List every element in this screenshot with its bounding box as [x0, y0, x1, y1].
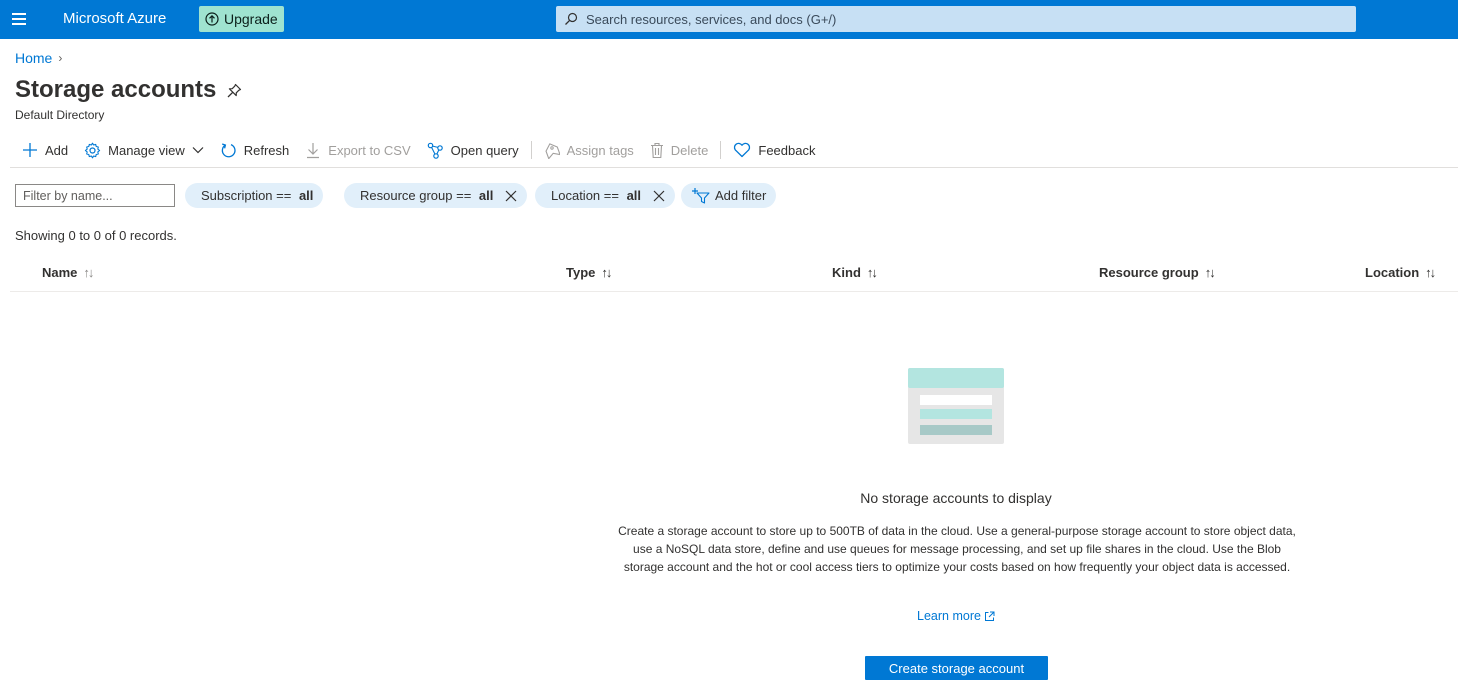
- manage-view-button[interactable]: Manage view: [76, 137, 212, 163]
- learn-more-label: Learn more: [917, 609, 981, 623]
- column-type-label: Type: [566, 265, 596, 280]
- table-header-divider: [10, 291, 1458, 292]
- column-header-resource-group[interactable]: Resource group ↑↓: [1099, 265, 1216, 280]
- arrow-up-circle-icon: [205, 12, 219, 26]
- plus-icon: [23, 143, 37, 157]
- gear-icon: [84, 142, 101, 158]
- hamburger-icon[interactable]: [8, 8, 30, 30]
- breadcrumb: Home ›: [15, 50, 62, 66]
- query-icon: [427, 142, 443, 159]
- add-label: Add: [45, 142, 69, 158]
- manage-view-label: Manage view: [108, 142, 185, 158]
- refresh-icon: [221, 142, 236, 157]
- add-filter-button[interactable]: Add filter: [681, 183, 777, 208]
- external-link-icon: [984, 611, 995, 621]
- download-icon: [307, 142, 320, 158]
- resource-group-filter-value: all: [478, 188, 494, 203]
- delete-label: Delete: [670, 142, 709, 158]
- refresh-label: Refresh: [243, 142, 290, 158]
- column-name-label: Name: [42, 265, 78, 280]
- trash-icon: [650, 142, 663, 158]
- location-filter-value: all: [626, 188, 642, 203]
- add-filter-icon: [692, 188, 710, 204]
- empty-state-title: No storage accounts to display: [860, 490, 1052, 506]
- chevron-right-icon: ›: [58, 51, 63, 65]
- export-csv-button[interactable]: Export to CSV: [297, 137, 418, 163]
- add-filter-label: Add filter: [715, 188, 767, 203]
- sort-icon: ↑↓: [1425, 265, 1436, 280]
- learn-more-link[interactable]: Learn more: [656, 609, 1256, 623]
- toolbar-divider: [530, 141, 532, 159]
- column-header-kind[interactable]: Kind ↑↓: [832, 265, 878, 280]
- subscription-filter-value: all: [298, 188, 314, 203]
- subscription-filter-prefix: Subscription ==: [201, 188, 295, 203]
- toolbar-divider: [720, 141, 722, 159]
- search-icon: [565, 12, 578, 25]
- chevron-down-icon: [192, 147, 204, 154]
- top-bar: Microsoft Azure Upgrade: [0, 0, 1458, 39]
- filter-by-name-input[interactable]: [15, 184, 175, 207]
- column-kind-label: Kind: [832, 265, 861, 280]
- sort-icon: ↑↓: [1204, 265, 1216, 280]
- column-header-location[interactable]: Location ↑↓: [1365, 265, 1436, 280]
- resource-group-filter-prefix: Resource group ==: [360, 188, 475, 203]
- assign-tags-button[interactable]: Assign tags: [536, 137, 642, 163]
- location-filter-pill[interactable]: Location == all: [535, 183, 676, 208]
- heart-icon: [734, 142, 751, 158]
- column-header-type[interactable]: Type ↑↓: [566, 265, 612, 280]
- feedback-button[interactable]: Feedback: [725, 137, 823, 163]
- page-subtitle: Default Directory: [15, 108, 105, 122]
- refresh-button[interactable]: Refresh: [212, 137, 298, 163]
- upgrade-button[interactable]: Upgrade: [199, 6, 284, 32]
- open-query-button[interactable]: Open query: [419, 137, 527, 163]
- subscription-filter-pill[interactable]: Subscription == all: [185, 183, 324, 208]
- search-input[interactable]: [586, 11, 1326, 27]
- open-query-label: Open query: [450, 142, 519, 158]
- storage-account-illustration: [908, 368, 1004, 444]
- export-csv-label: Export to CSV: [328, 142, 411, 158]
- create-storage-account-button[interactable]: Create storage account: [865, 656, 1048, 680]
- pin-icon[interactable]: [225, 82, 243, 100]
- page-title: Storage accounts: [15, 76, 217, 103]
- close-icon[interactable]: [653, 190, 665, 202]
- feedback-label: Feedback: [758, 142, 816, 158]
- upgrade-label: Upgrade: [224, 11, 278, 27]
- add-button[interactable]: Add: [14, 137, 76, 163]
- delete-button[interactable]: Delete: [642, 137, 717, 163]
- resource-group-filter-pill[interactable]: Resource group == all: [344, 183, 528, 208]
- global-search[interactable]: [556, 6, 1356, 32]
- sort-icon: ↑↓: [83, 265, 94, 280]
- sort-icon: ↑↓: [601, 265, 612, 280]
- brand-title[interactable]: Microsoft Azure: [63, 10, 166, 27]
- empty-state-description: Create a storage account to store up to …: [618, 524, 1296, 574]
- toolbar-divider-line: [10, 167, 1458, 168]
- records-count: Showing 0 to 0 of 0 records.: [15, 228, 177, 243]
- column-location-label: Location: [1365, 265, 1420, 280]
- column-header-name[interactable]: Name ↑↓: [42, 265, 94, 280]
- assign-tags-label: Assign tags: [566, 142, 634, 158]
- breadcrumb-home-link[interactable]: Home: [15, 50, 52, 66]
- close-icon[interactable]: [505, 190, 517, 202]
- column-resource-group-label: Resource group: [1099, 265, 1199, 280]
- location-filter-prefix: Location ==: [551, 188, 623, 203]
- sort-icon: ↑↓: [866, 265, 878, 280]
- tag-icon: [545, 142, 560, 159]
- command-bar: Add Manage view Refresh Export to CSV Op: [14, 137, 823, 163]
